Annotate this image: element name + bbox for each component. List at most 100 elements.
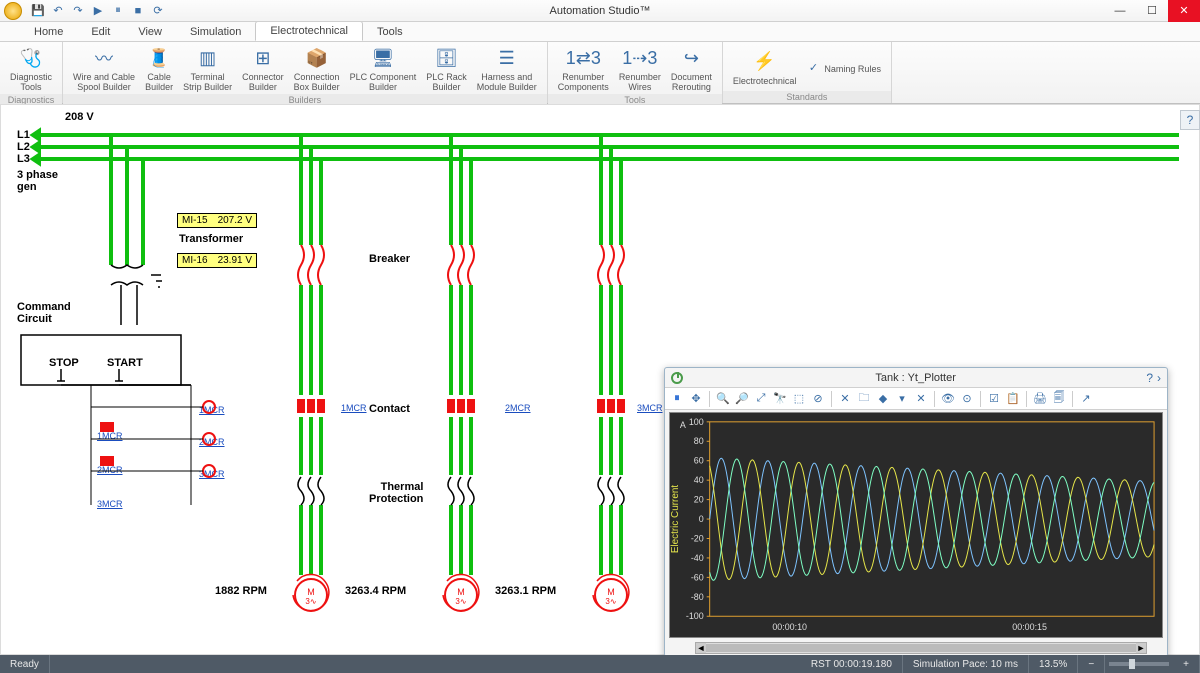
plotter-tool-12[interactable]: ◆ — [875, 391, 891, 407]
wire and cable-icon: 〰 — [92, 46, 116, 70]
ribbon-diagnostic-tools-button[interactable]: 🩺Diagnostic Tools — [6, 44, 56, 94]
svg-text:M: M — [307, 587, 315, 597]
ribbon-naming-rules-button[interactable]: ✓Naming Rules — [802, 44, 885, 91]
tab-home[interactable]: Home — [20, 23, 77, 41]
plotter-tool-3[interactable]: 🔍 — [715, 391, 731, 407]
ribbon-terminal-strip-builder-button[interactable]: ▥Terminal Strip Builder — [179, 44, 236, 94]
svg-text:3∿: 3∿ — [305, 597, 316, 606]
plotter-tool-10[interactable]: ✕ — [837, 391, 853, 407]
plotter-tool-0[interactable]: ⏸ — [669, 391, 685, 407]
zoom-in-icon[interactable]: + — [1173, 655, 1200, 673]
svg-text:-100: -100 — [686, 611, 704, 621]
plotter-tool-4[interactable]: 🔎 — [734, 391, 750, 407]
plotter-tool-7[interactable]: ⬚ — [791, 391, 807, 407]
plotter-tool-13[interactable]: ▾ — [894, 391, 910, 407]
zoom-slider[interactable] — [1109, 662, 1169, 666]
close-button[interactable]: ✕ — [1168, 0, 1200, 22]
scroll-left-icon[interactable]: ◄ — [696, 643, 706, 653]
svg-text:100: 100 — [689, 417, 704, 427]
status-pace: Simulation Pace: 10 ms — [903, 655, 1029, 673]
qat-stop-icon[interactable]: ■ — [130, 3, 146, 19]
title-bar: 💾 ↶ ↷ ▶ ⏸ ■ ⟳ Automation Studio™ — ☐ ✕ — [0, 0, 1200, 22]
tab-simulation[interactable]: Simulation — [176, 23, 255, 41]
plotter-tool-25[interactable]: ↗ — [1078, 391, 1094, 407]
ribbon-tab-strip: Home Edit View Simulation Electrotechnic… — [0, 22, 1200, 42]
plotter-help-icon[interactable]: ? — [1146, 371, 1153, 385]
qat-play-icon[interactable]: ▶ — [90, 3, 106, 19]
terminal-icon: ▥ — [196, 46, 220, 70]
plotter-tool-8[interactable]: ⊘ — [810, 391, 826, 407]
cable-icon: 🧵 — [147, 46, 171, 70]
scroll-thumb[interactable] — [706, 644, 1136, 652]
ribbon-cable-builder-button[interactable]: 🧵Cable Builder — [141, 44, 177, 94]
plotter-tool-23[interactable]: 🗐 — [1051, 391, 1067, 407]
ribbon-group-tools: 1⇄3Renumber Components1⇢3Renumber Wires↪… — [548, 42, 723, 103]
ribbon-group-diagnostics: 🩺Diagnostic ToolsDiagnostics — [0, 42, 63, 103]
minimize-button[interactable]: — — [1104, 0, 1136, 22]
tab-edit[interactable]: Edit — [77, 23, 124, 41]
plotter-title: Tank : Yt_Plotter — [689, 372, 1142, 384]
tab-tools[interactable]: Tools — [363, 23, 417, 41]
plotter-expand-icon[interactable]: › — [1157, 371, 1161, 385]
plotter-window[interactable]: Tank : Yt_Plotter ? › ⏸✥🔍🔎⤢🔭⬚⊘✕🗀◆▾✕👁⊙☑📋🖨… — [664, 367, 1168, 657]
ribbon-plc-rack-builder-button[interactable]: 🗄PLC Rack Builder — [422, 44, 471, 94]
plotter-tool-19[interactable]: ☑ — [986, 391, 1002, 407]
collapse-help-tab[interactable]: ? — [1180, 110, 1200, 130]
qat-pause-icon[interactable]: ⏸ — [110, 3, 126, 19]
svg-text:M: M — [457, 587, 465, 597]
plotter-tool-14[interactable]: ✕ — [913, 391, 929, 407]
ribbon-renumber-wires-button[interactable]: 1⇢3Renumber Wires — [615, 44, 665, 94]
ribbon-harness-and-module-builder-button[interactable]: ☰Harness and Module Builder — [473, 44, 541, 94]
plotter-tool-17[interactable]: ⊙ — [959, 391, 975, 407]
ribbon-wire-and-cable-spool-builder-button[interactable]: 〰Wire and Cable Spool Builder — [69, 44, 139, 94]
svg-text:3∿: 3∿ — [605, 597, 616, 606]
connection-icon: 📦 — [305, 46, 329, 70]
plc rack-icon: 🗄 — [434, 46, 458, 70]
svg-text:-60: -60 — [691, 572, 704, 582]
svg-text:80: 80 — [694, 436, 704, 446]
qat-undo-icon[interactable]: ↶ — [50, 3, 66, 19]
plotter-tool-11[interactable]: 🗀 — [856, 391, 872, 407]
svg-text:60: 60 — [694, 456, 704, 466]
plotter-tool-5[interactable]: ⤢ — [753, 391, 769, 407]
harness and-icon: ☰ — [495, 46, 519, 70]
quick-access-toolbar: 💾 ↶ ↷ ▶ ⏸ ■ ⟳ — [30, 3, 166, 19]
ribbon-electrotechnical-button[interactable]: ⚡Electrotechnical — [729, 44, 801, 91]
ribbon-renumber-components-button[interactable]: 1⇄3Renumber Components — [554, 44, 613, 94]
plotter-tool-6[interactable]: 🔭 — [772, 391, 788, 407]
qat-refresh-icon[interactable]: ⟳ — [150, 3, 166, 19]
document-icon: ↪ — [679, 46, 703, 70]
qat-save-icon[interactable]: 💾 — [30, 3, 46, 19]
qat-redo-icon[interactable]: ↷ — [70, 3, 86, 19]
ribbon-document-rerouting-button[interactable]: ↪Document Rerouting — [667, 44, 716, 94]
plotter-tool-1[interactable]: ✥ — [688, 391, 704, 407]
plotter-chart[interactable]: 100806040200-20-40-60-80-100AElectric Cu… — [669, 412, 1163, 638]
ribbon: 🩺Diagnostic ToolsDiagnostics〰Wire and Ca… — [0, 42, 1200, 104]
plotter-tool-16[interactable]: 👁 — [940, 391, 956, 407]
maximize-button[interactable]: ☐ — [1136, 0, 1168, 22]
plotter-tool-20[interactable]: 📋 — [1005, 391, 1021, 407]
svg-text:40: 40 — [694, 475, 704, 485]
zoom-out-icon[interactable]: − — [1078, 655, 1105, 673]
diagram-canvas[interactable]: 208 V L1 L2 L3 3 phase gen MI-15207.2 V … — [0, 104, 1200, 655]
app-logo-icon — [4, 2, 22, 20]
connector-icon: ⊞ — [251, 46, 275, 70]
ribbon-plc-component-builder-button[interactable]: 🖥PLC Component Builder — [346, 44, 421, 94]
tab-electrotechnical[interactable]: Electrotechnical — [255, 21, 363, 41]
plotter-power-icon[interactable] — [671, 372, 683, 384]
plotter-titlebar[interactable]: Tank : Yt_Plotter ? › — [665, 368, 1167, 388]
svg-text:-20: -20 — [691, 533, 704, 543]
svg-text:Electric Current: Electric Current — [670, 485, 681, 554]
scroll-right-icon[interactable]: ► — [1136, 643, 1146, 653]
status-bar: Ready RST 00:00:19.180 Simulation Pace: … — [0, 655, 1200, 673]
tab-view[interactable]: View — [124, 23, 176, 41]
ribbon-connection-box-builder-button[interactable]: 📦Connection Box Builder — [290, 44, 344, 94]
plotter-time-scrollbar[interactable]: ◄ ► — [695, 642, 1147, 654]
plotter-tool-22[interactable]: 🖨 — [1032, 391, 1048, 407]
svg-text:-80: -80 — [691, 592, 704, 602]
plotter-toolbar: ⏸✥🔍🔎⤢🔭⬚⊘✕🗀◆▾✕👁⊙☑📋🖨🗐↗ — [665, 388, 1167, 410]
svg-text:-40: -40 — [691, 553, 704, 563]
plc component-icon: 🖥 — [371, 46, 395, 70]
ribbon-connector-builder-button[interactable]: ⊞Connector Builder — [238, 44, 288, 94]
status-zoom: 13.5% — [1029, 655, 1078, 673]
